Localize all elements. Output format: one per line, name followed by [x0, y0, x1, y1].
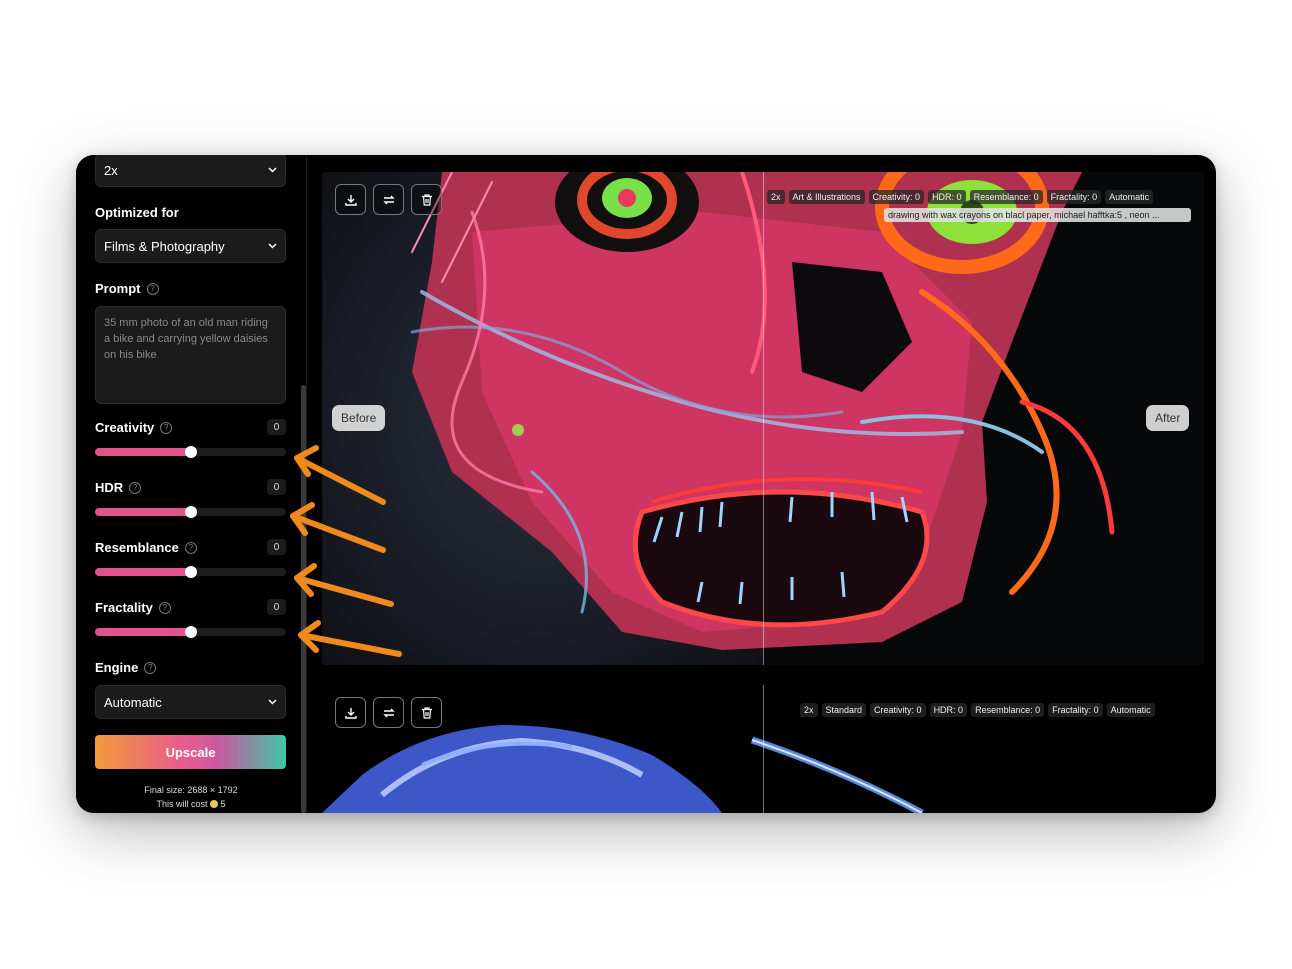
arrow-icon — [294, 563, 394, 607]
arrow-icon — [290, 502, 386, 553]
arrow-icon — [298, 620, 402, 657]
annotation-arrows — [290, 445, 402, 657]
arrow-icon — [294, 445, 386, 505]
